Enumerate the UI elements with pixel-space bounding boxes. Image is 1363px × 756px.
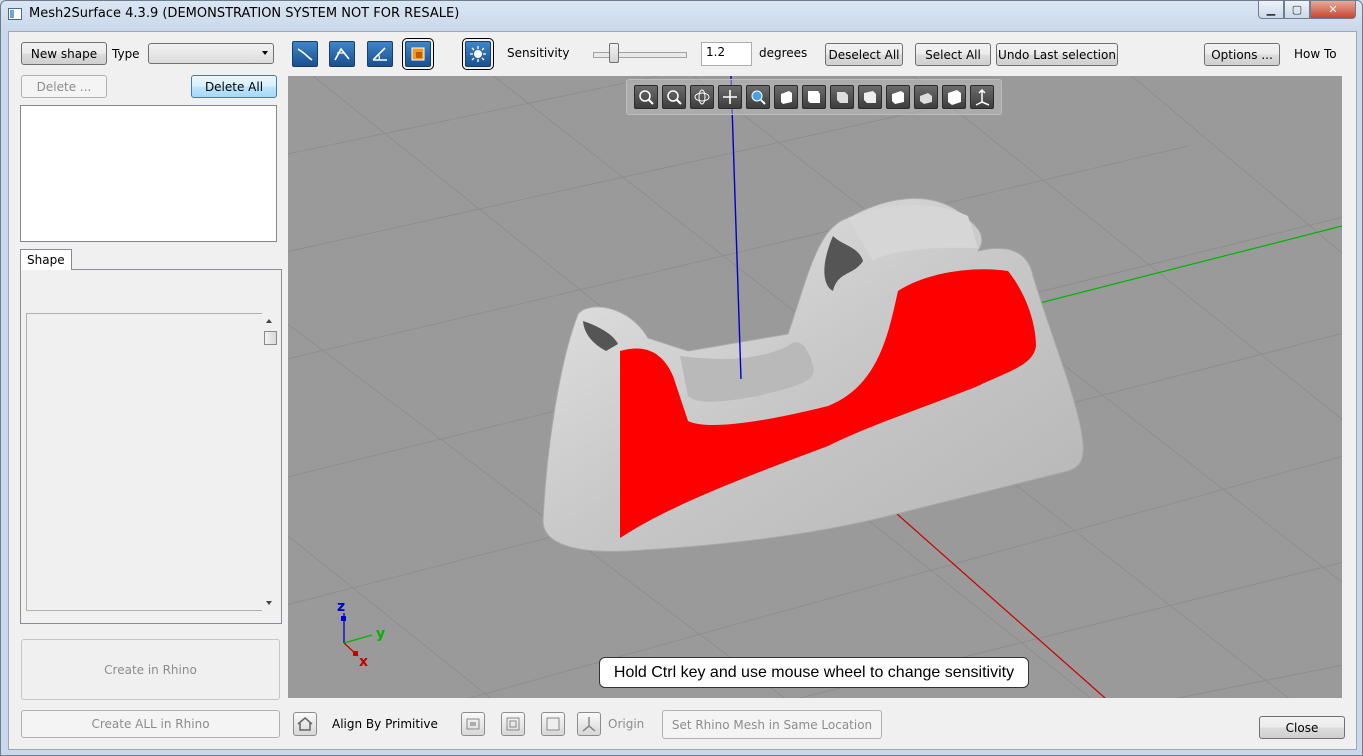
zoom-icon	[751, 90, 766, 105]
align-home-button[interactable]	[293, 712, 317, 736]
main-window: Mesh2Surface 4.3.9 (DEMONSTRATION SYSTEM…	[0, 0, 1363, 756]
axis-x-label: x	[359, 654, 368, 670]
view-back-button[interactable]	[802, 85, 826, 109]
polyline-icon	[334, 47, 350, 61]
zoom-button[interactable]	[746, 85, 770, 109]
origin-label: Origin	[608, 717, 645, 731]
scroll-up-icon[interactable]	[266, 319, 272, 323]
minimize-icon: ▁	[1266, 3, 1276, 16]
axis-triad	[341, 613, 373, 657]
sensitivity-hint: Hold Ctrl key and use mouse wheel to cha…	[599, 657, 1029, 688]
angle-icon	[372, 47, 387, 61]
view-toolbar	[626, 79, 1002, 115]
window-title: Mesh2Surface 4.3.9 (DEMONSTRATION SYSTEM…	[29, 6, 460, 21]
pan-icon	[723, 90, 737, 104]
align-plane-icon	[466, 718, 480, 730]
axis-y-label: y	[376, 626, 385, 642]
slider-thumb[interactable]	[609, 43, 619, 63]
scene-canvas[interactable]: z y x	[288, 76, 1342, 698]
sensitivity-slider[interactable]	[593, 43, 688, 65]
how-to-link[interactable]: How To	[1294, 47, 1337, 61]
view-right-icon	[864, 91, 876, 103]
scroll-thumb[interactable]	[264, 331, 277, 345]
set-rhino-mesh-button[interactable]: Set Rhino Mesh in Same Location	[662, 710, 882, 739]
view-front-icon	[781, 91, 792, 104]
origin-axes-icon	[582, 717, 596, 732]
title-bar[interactable]: Mesh2Surface 4.3.9 (DEMONSTRATION SYSTEM…	[1, 1, 1362, 27]
pan-button[interactable]	[718, 85, 742, 109]
delete-all-button[interactable]: Delete All	[191, 75, 277, 98]
slider-track	[593, 52, 687, 58]
zoom-window-icon	[667, 90, 682, 105]
3d-viewport[interactable]: z y x Hold Ctrl key and use mouse wheel …	[288, 76, 1342, 698]
close-button[interactable]: Close	[1259, 716, 1345, 739]
zoom-window-button[interactable]	[662, 85, 686, 109]
chevron-down-icon	[262, 51, 268, 55]
options-button[interactable]: Options ...	[1204, 43, 1280, 66]
axes-icon	[975, 88, 990, 106]
deselect-all-button[interactable]: Deselect All	[825, 43, 903, 66]
region-select-tool-button[interactable]	[402, 38, 434, 70]
align-face-icon	[546, 717, 560, 731]
create-in-rhino-button[interactable]: Create in Rhino	[21, 639, 280, 700]
angle-tool-button[interactable]	[367, 41, 393, 67]
undo-last-selection-button[interactable]: Undo Last selection	[996, 43, 1118, 66]
rotate-icon	[694, 89, 710, 105]
align-view-1-button[interactable]	[461, 712, 485, 736]
create-in-rhino-label: Create in Rhino	[104, 663, 197, 677]
sensitivity-label: Sensitivity	[507, 46, 570, 60]
view-back-icon	[808, 91, 820, 103]
zoom-extents-icon	[639, 90, 654, 105]
align-view-2-button[interactable]	[501, 712, 525, 736]
degrees-label: degrees	[759, 46, 808, 60]
auto-select-icon	[470, 46, 486, 62]
view-bottom-icon	[920, 93, 932, 104]
rotate-button[interactable]	[690, 85, 714, 109]
auto-select-button[interactable]	[462, 38, 494, 70]
view-top-button[interactable]	[886, 85, 910, 109]
curve-icon	[297, 48, 313, 61]
shape-properties-scrollbar[interactable]	[262, 313, 279, 611]
view-iso-button[interactable]	[942, 85, 966, 109]
create-all-in-rhino-button[interactable]: Create ALL in Rhino	[21, 710, 280, 738]
scroll-down-icon[interactable]	[266, 601, 272, 605]
zoom-extents-button[interactable]	[634, 85, 658, 109]
shapes-list[interactable]	[20, 105, 277, 242]
region-select-icon	[411, 47, 425, 61]
minimize-button[interactable]: ▁	[1258, 1, 1284, 19]
origin-button[interactable]	[577, 712, 601, 736]
axes-button[interactable]	[970, 85, 994, 109]
view-right-button[interactable]	[858, 85, 882, 109]
sensitivity-input[interactable]: 1.2	[701, 42, 752, 66]
view-iso-icon	[948, 90, 961, 105]
type-dropdown[interactable]	[148, 43, 274, 64]
app-icon	[8, 8, 22, 20]
home-icon	[297, 717, 313, 731]
z-axis-line	[730, 76, 742, 380]
curve-tool-button[interactable]	[292, 41, 318, 67]
align-by-primitive-label: Align By Primitive	[332, 717, 438, 731]
tab-shape[interactable]: Shape	[20, 249, 72, 270]
align-box-icon	[506, 717, 520, 731]
view-left-button[interactable]	[830, 85, 854, 109]
axis-z-label: z	[337, 599, 345, 615]
polyline-tool-button[interactable]	[329, 41, 355, 67]
select-all-button[interactable]: Select All	[915, 43, 991, 66]
maximize-icon: ▢	[1291, 3, 1303, 16]
new-shape-button[interactable]: New shape	[21, 42, 107, 65]
view-left-icon	[837, 92, 848, 103]
shape-tab-panel	[20, 269, 282, 624]
maximize-button[interactable]: ▢	[1284, 1, 1310, 19]
shape-properties-area[interactable]	[26, 313, 263, 611]
view-front-button[interactable]	[774, 85, 798, 109]
close-icon: ✕	[1328, 3, 1338, 16]
view-top-icon	[892, 91, 904, 104]
view-bottom-button[interactable]	[914, 85, 938, 109]
window-close-button[interactable]: ✕	[1310, 1, 1356, 19]
align-view-3-button[interactable]	[541, 712, 565, 736]
delete-button[interactable]: Delete ...	[21, 75, 107, 98]
type-label: Type	[112, 47, 140, 61]
